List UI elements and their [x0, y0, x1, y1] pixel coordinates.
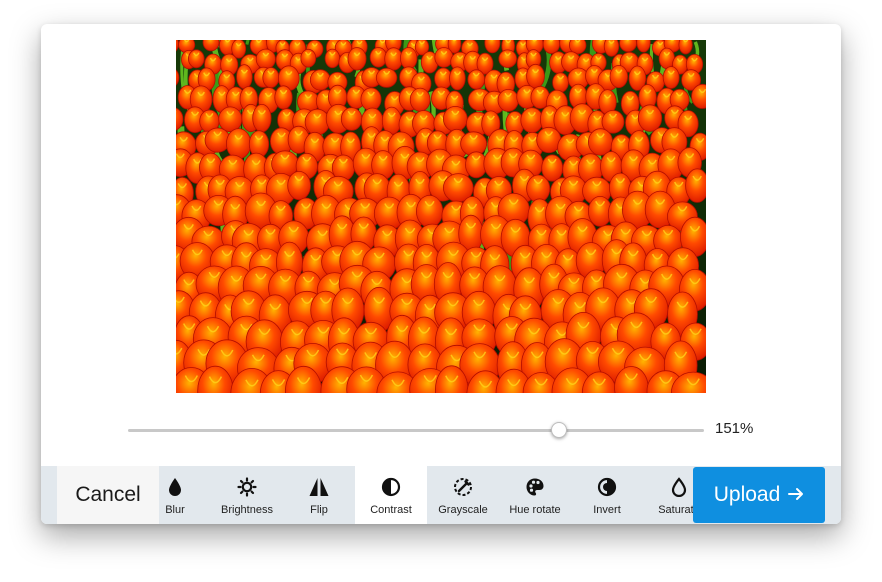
palette-icon	[524, 476, 546, 498]
tool-label: Contrast	[370, 504, 412, 516]
tool-contrast[interactable]: Contrast	[355, 466, 427, 524]
zoom-slider-handle[interactable]	[550, 422, 567, 438]
cancel-button[interactable]: Cancel	[57, 466, 159, 524]
upload-label: Upload	[713, 483, 781, 506]
tool-grayscale[interactable]: Grayscale	[427, 466, 499, 524]
brightness-sun-icon	[236, 476, 258, 498]
filter-tools-scroller[interactable]: Blur Brightness Flip Contrast Grayscale …	[159, 466, 693, 524]
tool-label: Invert	[593, 504, 621, 516]
tool-saturate[interactable]: Saturate	[643, 466, 693, 524]
image-editor-dialog: 151% Cancel Blur Brightness Flip Contras…	[41, 24, 841, 524]
tool-invert[interactable]: Invert	[571, 466, 643, 524]
filter-toolbar: Cancel Blur Brightness Flip Contrast Gra…	[41, 466, 841, 524]
tool-label: Blur	[165, 504, 185, 516]
photo-preview	[176, 40, 706, 393]
tool-brightness[interactable]: Brightness	[211, 466, 283, 524]
zoom-value: 151%	[715, 420, 754, 437]
tool-label: Hue rotate	[509, 504, 561, 516]
flip-icon	[308, 476, 330, 498]
tool-label: Brightness	[221, 504, 273, 516]
zoom-slider[interactable]	[128, 422, 704, 438]
tool-hue-rotate[interactable]: Hue rotate	[499, 466, 571, 524]
arrow-right-icon	[788, 483, 804, 507]
tool-blur[interactable]: Blur	[159, 466, 211, 524]
blur-drop-icon	[164, 476, 186, 498]
contrast-icon	[380, 476, 402, 498]
grayscale-icon	[452, 476, 474, 498]
upload-button[interactable]: Upload	[693, 467, 825, 523]
invert-icon	[596, 476, 618, 498]
tool-label: Saturate	[658, 504, 693, 516]
tool-label: Grayscale	[438, 504, 488, 516]
tool-label: Flip	[310, 504, 328, 516]
saturate-icon	[668, 476, 690, 498]
tool-flip[interactable]: Flip	[283, 466, 355, 524]
